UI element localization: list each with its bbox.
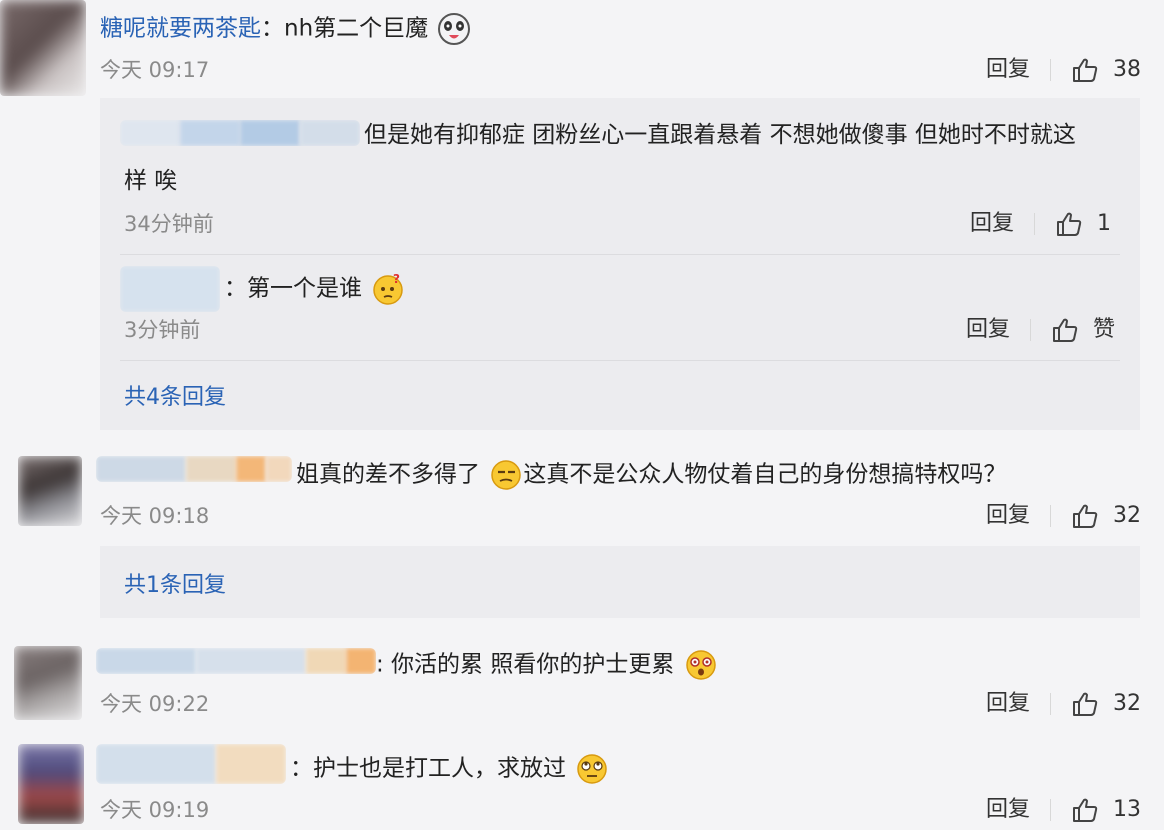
view-more-replies-link[interactable]: 共1条回复 [124, 572, 226, 600]
reply-text: ：第一个是谁 ? [224, 272, 405, 306]
blurred-username[interactable] [120, 120, 360, 146]
thumbs-up-icon[interactable] [1071, 796, 1099, 824]
username[interactable]: 糖呢就要两茶匙 [100, 16, 261, 42]
comment-time: 今天 09:18 [100, 504, 210, 528]
panda-emoji-icon [438, 13, 471, 45]
reply-text-continued: 样 唉 [124, 168, 178, 194]
like-count: 1 [1097, 211, 1112, 236]
like-count: 32 [1113, 691, 1142, 716]
divider [1050, 799, 1052, 821]
divider [1050, 59, 1052, 81]
smirk-emoji-icon [491, 460, 522, 490]
reply-button[interactable]: 回复 [966, 316, 1010, 344]
svg-text:?: ? [393, 272, 400, 286]
dizzy-emoji-icon [685, 650, 716, 680]
reply-divider [120, 360, 1120, 361]
reply-button[interactable]: 回复 [970, 210, 1014, 238]
comment-actions: 回复 32 [986, 690, 1141, 718]
thumbs-up-icon[interactable] [1055, 210, 1083, 238]
blurred-username[interactable] [96, 744, 286, 784]
avatar[interactable] [0, 0, 86, 96]
comment-time: 今天 09:22 [100, 692, 210, 716]
reply-button[interactable]: 回复 [986, 796, 1030, 824]
divider [1050, 505, 1052, 527]
reply-button[interactable]: 回复 [986, 56, 1030, 84]
comment-time: 今天 09:19 [100, 798, 210, 822]
comment-actions: 回复 32 [986, 502, 1141, 530]
blurred-username[interactable] [120, 266, 220, 312]
thumbs-up-icon[interactable] [1071, 690, 1099, 718]
comment-text: : 你活的累 照看你的护士更累 [376, 648, 718, 682]
blurred-username[interactable] [96, 456, 292, 482]
like-count: 38 [1113, 57, 1142, 82]
comment-text: ：护士也是打工人，求放过 [290, 752, 609, 786]
eye-roll-emoji-icon [577, 754, 608, 784]
thumbs-up-icon[interactable] [1071, 56, 1099, 84]
like-count: 13 [1113, 797, 1142, 822]
reply-button[interactable]: 回复 [986, 690, 1030, 718]
reply-button[interactable]: 回复 [986, 502, 1030, 530]
divider [1050, 693, 1052, 715]
comment-text: 糖呢就要两茶匙：nh第二个巨魔 [100, 12, 471, 46]
comment-time: 今天 09:17 [100, 58, 210, 82]
blurred-username[interactable] [96, 648, 376, 674]
divider [1030, 319, 1032, 341]
reply-time: 34分钟前 [124, 212, 214, 236]
reply-actions: 回复 1 [970, 210, 1111, 238]
thumbs-up-icon[interactable] [1051, 316, 1079, 344]
thumbs-up-icon[interactable] [1071, 502, 1099, 530]
avatar[interactable] [14, 646, 82, 720]
view-more-replies-link[interactable]: 共4条回复 [124, 384, 226, 412]
reply-divider [120, 254, 1120, 255]
like-label[interactable]: 赞 [1093, 316, 1115, 344]
avatar[interactable] [18, 456, 82, 526]
avatar[interactable] [18, 744, 84, 824]
divider [1034, 213, 1036, 235]
reply-text: 但是她有抑郁症 团粉丝心一直跟着悬着 不想她做傻事 但她时不时就这 [364, 122, 1076, 148]
comment-actions: 回复 38 [986, 56, 1141, 84]
reply-actions: 回复 赞 [966, 316, 1115, 344]
reply-time: 3分钟前 [124, 318, 201, 342]
like-count: 32 [1113, 503, 1142, 528]
confused-emoji-icon: ? [373, 272, 404, 305]
comment-actions: 回复 13 [986, 796, 1141, 824]
comment-text: 姐真的差不多得了 这真不是公众人物仗着自己的身份想搞特权吗？ [296, 458, 1006, 492]
reply-box [100, 546, 1140, 618]
